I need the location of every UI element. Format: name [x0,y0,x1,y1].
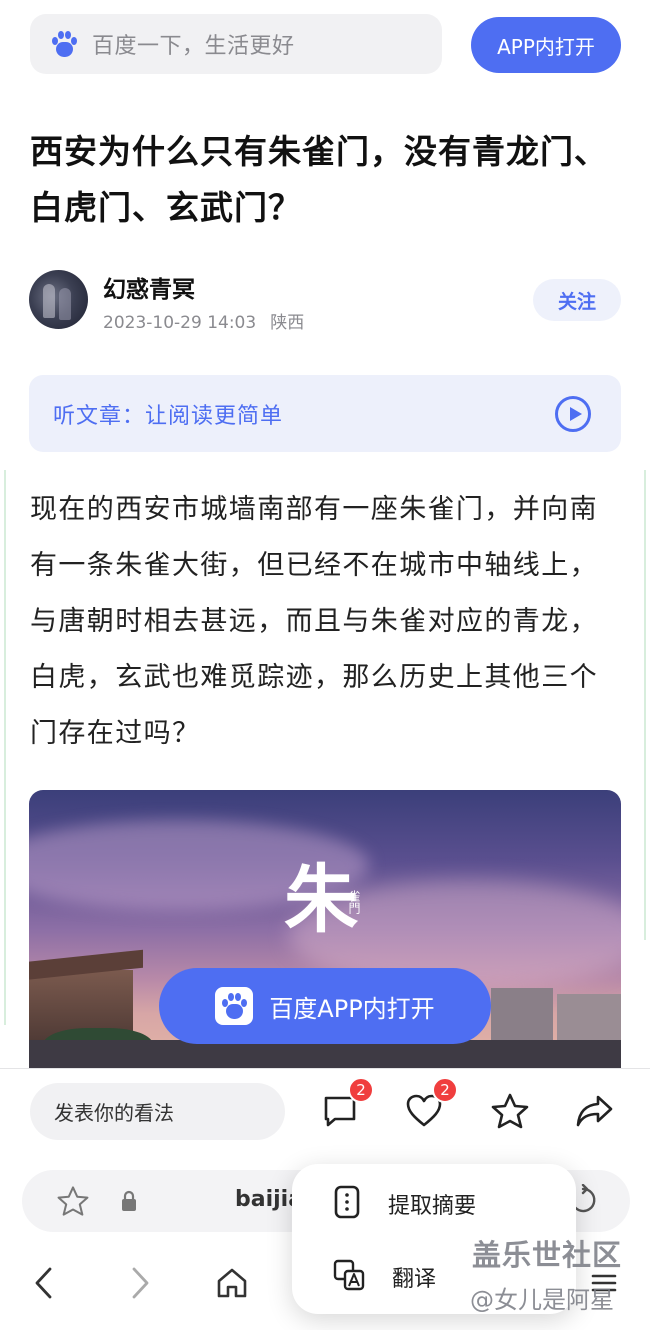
bookmark-star-icon[interactable] [56,1184,90,1222]
popup-item-label: 提取摘要 [388,1194,477,1219]
summary-icon [332,1184,362,1224]
listen-article-banner[interactable]: 听文章：让阅读更简单 [29,375,621,452]
open-in-app-button[interactable]: APP内打开 [471,17,621,73]
author-meta: 2023-10-29 14:03 陕西 [103,308,304,333]
open-in-baidu-app-button[interactable]: 百度APP内打开 [159,968,491,1044]
publish-date: 2023-10-29 14:03 [103,313,257,333]
search-placeholder: 百度一下，生活更好 [92,34,295,59]
translate-icon [332,1258,366,1296]
search-box[interactable]: 百度一下，生活更好 [30,14,442,74]
popup-item-label: 翻译 [392,1267,437,1292]
home-icon[interactable] [212,1258,252,1308]
listen-banner-text: 听文章：让阅读更简单 [53,403,284,429]
forward-icon[interactable] [120,1258,160,1308]
like-icon[interactable]: 2 [404,1077,458,1131]
open-in-baidu-app-label: 百度APP内打开 [269,994,435,1023]
follow-button[interactable]: 关注 [533,279,621,321]
comment-count-badge: 2 [348,1077,374,1103]
article-title: 西安为什么只有朱雀门，没有青龙门、白虎门、玄武门？ [30,132,608,227]
back-icon[interactable] [24,1258,64,1308]
baidu-app-logo-icon [215,987,254,1025]
publish-location: 陕西 [270,313,305,333]
author-name[interactable]: 幻惑青冥 [103,270,195,304]
author-avatar[interactable] [29,270,88,329]
left-edge-marker [0,470,6,1025]
favorite-star-icon[interactable] [490,1091,530,1131]
watermark-site: 盖乐世社区 [472,1238,623,1272]
image-calligraphy-small: 雀門 [347,890,361,914]
article-paragraph: 现在的西安市城墙南部有一座朱雀门，并向南有一条朱雀大街，但已经不在城市中轴线上，… [30,494,598,749]
play-icon[interactable] [555,396,591,432]
popup-item-translate[interactable]: 翻译 [332,1258,436,1296]
baidu-paw-icon [50,30,78,58]
popup-item-summary[interactable]: 提取摘要 [332,1184,476,1224]
comment-icon[interactable]: 2 [320,1077,374,1131]
lock-icon [120,1190,138,1216]
right-edge-marker [644,470,650,940]
like-count-badge: 2 [432,1077,458,1103]
share-icon[interactable] [574,1091,614,1131]
comment-input[interactable]: 发表你的看法 [30,1083,285,1140]
watermark-user: @女儿是阿星 [470,1286,614,1314]
comment-bar: 发表你的看法 2 2 [0,1068,650,1154]
